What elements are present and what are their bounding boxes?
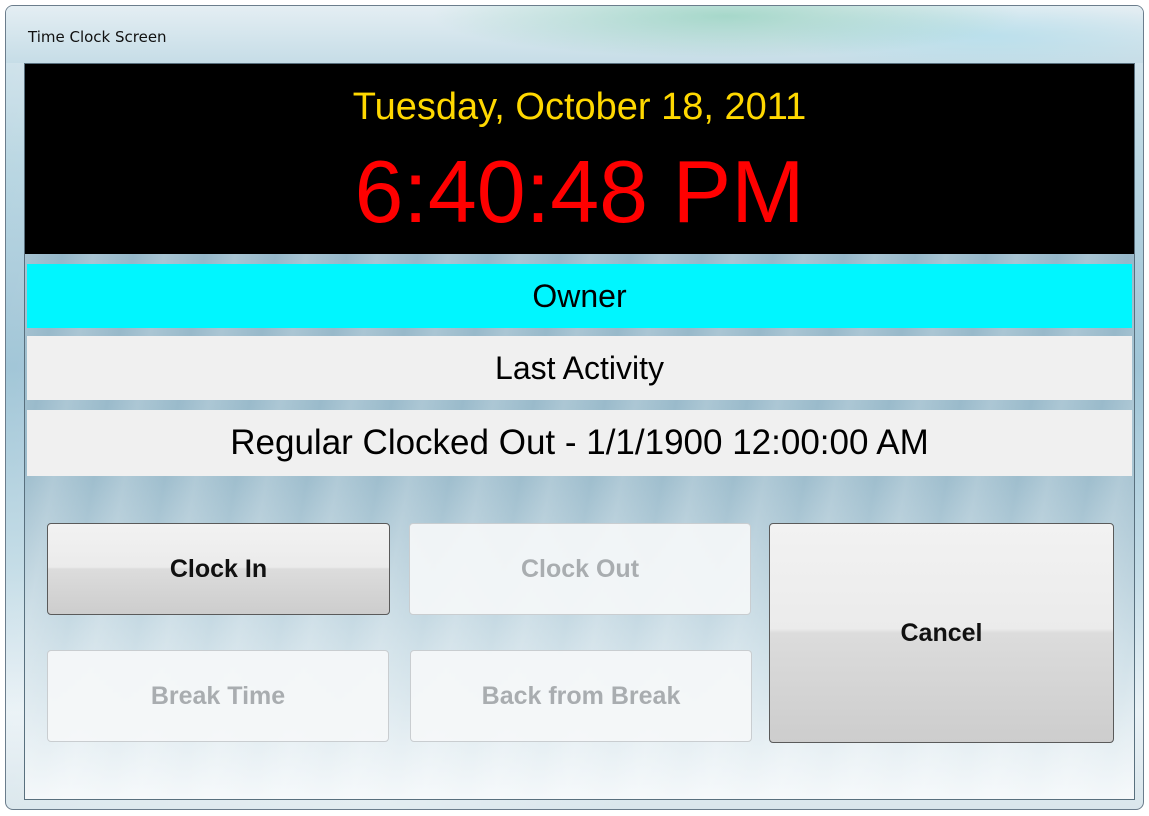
break-time-button[interactable]: Break Time <box>47 650 389 742</box>
employee-name: Owner <box>27 264 1132 328</box>
title-bar[interactable]: Time Clock Screen <box>6 6 1143 63</box>
time-clock-window: Time Clock Screen Tuesday, October 18, 2… <box>5 5 1144 810</box>
back-from-break-button[interactable]: Back from Break <box>410 650 752 742</box>
current-time: 6:40:48 PM <box>354 142 805 241</box>
cancel-button[interactable]: Cancel <box>769 523 1114 743</box>
window-title: Time Clock Screen <box>28 28 167 46</box>
clock-display: Tuesday, October 18, 2011 6:40:48 PM <box>25 64 1134 254</box>
clock-in-button[interactable]: Clock In <box>47 523 390 615</box>
last-activity-label: Last Activity <box>27 336 1132 400</box>
last-activity-value: Regular Clocked Out - 1/1/1900 12:00:00 … <box>27 410 1132 476</box>
current-date: Tuesday, October 18, 2011 <box>352 86 807 128</box>
window-content: Tuesday, October 18, 2011 6:40:48 PM Own… <box>24 63 1135 800</box>
clock-out-button[interactable]: Clock Out <box>409 523 751 615</box>
